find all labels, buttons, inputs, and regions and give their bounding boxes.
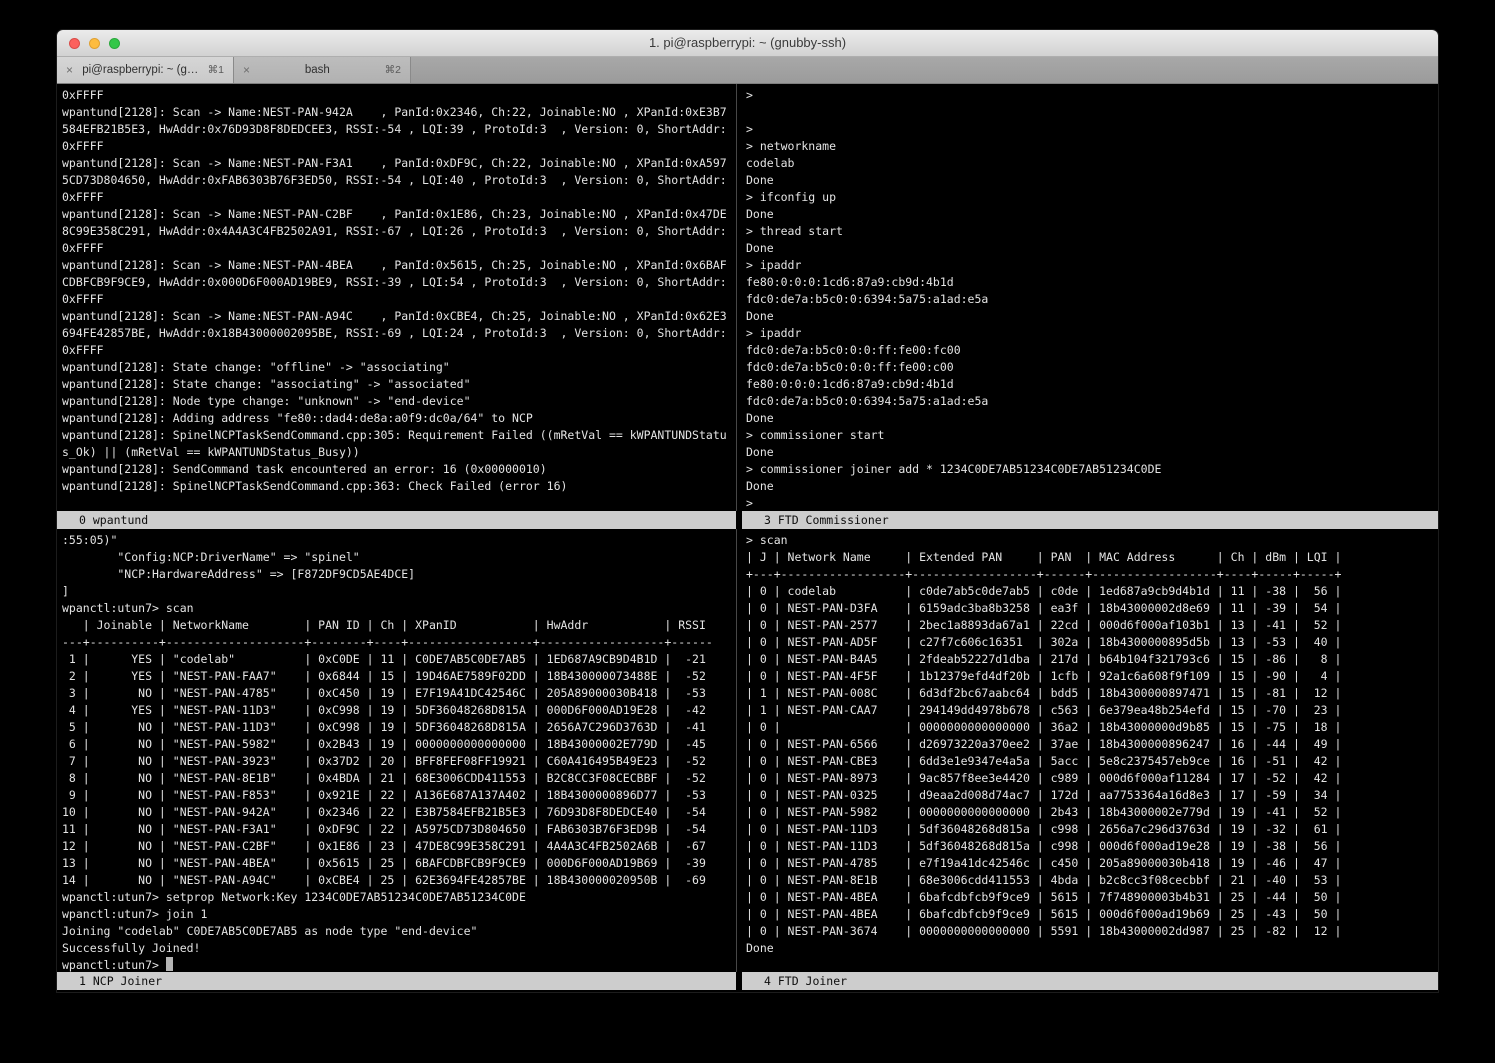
titlebar[interactable]: 1. pi@raspberrypi: ~ (gnubby-ssh) [57,30,1438,57]
screen: 1. pi@raspberrypi: ~ (gnubby-ssh) × pi@r… [0,0,1495,1063]
pane-title-wpantund: 0 wpantund [57,511,736,529]
tmux-top-row: 0xFFFF wpantund[2128]: Scan -> Name:NEST… [57,84,1438,511]
pane-wpantund[interactable]: 0xFFFF wpantund[2128]: Scan -> Name:NEST… [57,84,736,511]
tab-close-icon[interactable]: × [66,63,73,77]
pane-ftd-commissioner-output: > > > networkname codelab Done > ifconfi… [742,84,1438,511]
close-window-button[interactable] [69,38,80,49]
pane-title-ncp-joiner: 1 NCP Joiner [57,972,736,990]
pane-title-ftd-joiner: 4 FTD Joiner [742,972,1438,990]
minimize-window-button[interactable] [89,38,100,49]
tab-close-icon[interactable]: × [243,63,250,77]
terminal-window: 1. pi@raspberrypi: ~ (gnubby-ssh) × pi@r… [57,30,1438,992]
tab-bar-filler [411,57,1438,83]
tab-bar: × pi@raspberrypi: ~ (g… ⌘1 × bash ⌘2 [57,57,1438,84]
traffic-lights [69,38,120,49]
pane-ncp-joiner-output: :55:05)" "Config:NCP:DriverName" => "spi… [57,529,736,972]
zoom-window-button[interactable] [109,38,120,49]
window-title: 1. pi@raspberrypi: ~ (gnubby-ssh) [57,30,1438,56]
pane-ftd-joiner-output: > scan | J | Network Name | Extended PAN… [742,529,1438,957]
tab-shortcut-label: ⌘1 [208,64,224,76]
tmux-pane-status-bottom: 1 NCP Joiner 4 FTD Joiner [57,972,1438,990]
pane-ncp-joiner[interactable]: :55:05)" "Config:NCP:DriverName" => "spi… [57,529,736,972]
pane-ftd-commissioner[interactable]: > > > networkname codelab Done > ifconfi… [742,84,1438,511]
pane-wpantund-output: 0xFFFF wpantund[2128]: Scan -> Name:NEST… [57,84,736,495]
tmux-session: 0xFFFF wpantund[2128]: Scan -> Name:NEST… [57,84,1438,990]
pane-title-ftd-commissioner: 3 FTD Commissioner [742,511,1438,529]
tab-bash[interactable]: × bash ⌘2 [234,57,411,83]
tab-label: pi@raspberrypi: ~ (g… [80,64,201,76]
tab-label: bash [257,64,378,76]
tmux-bottom-row: :55:05)" "Config:NCP:DriverName" => "spi… [57,529,1438,972]
terminal-cursor [166,957,173,971]
tab-ssh-session[interactable]: × pi@raspberrypi: ~ (g… ⌘1 [57,57,234,83]
pane-ftd-joiner[interactable]: > scan | J | Network Name | Extended PAN… [742,529,1438,972]
tmux-pane-status-top: 0 wpantund 3 FTD Commissioner [57,511,1438,529]
tab-shortcut-label: ⌘2 [385,64,401,76]
